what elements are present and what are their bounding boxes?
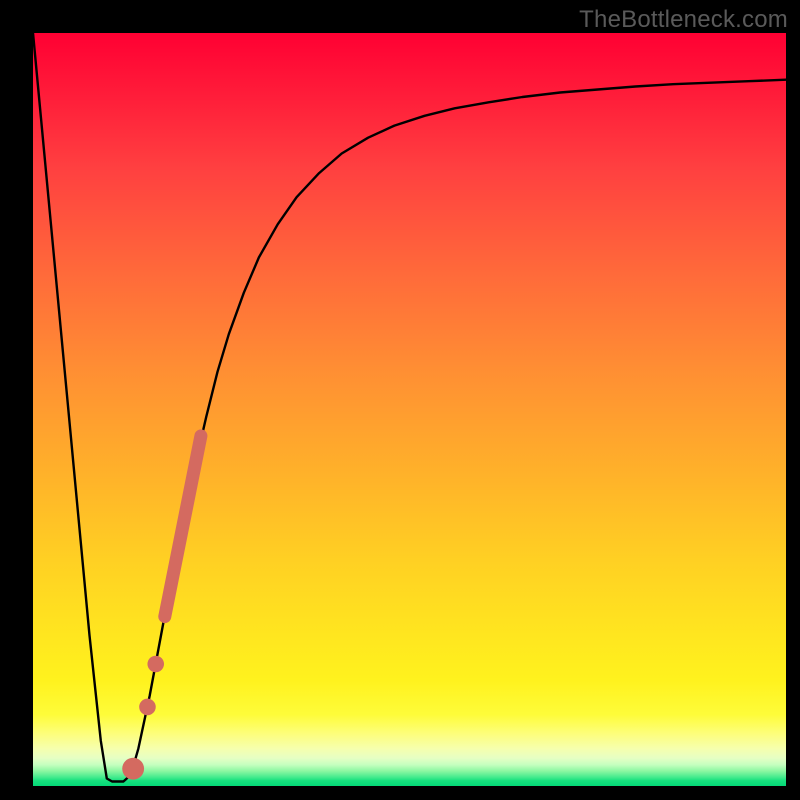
marker-dot-2	[139, 699, 156, 716]
watermark-text: TheBottleneck.com	[579, 6, 788, 34]
marker-dot-3	[122, 758, 144, 780]
plot-area	[33, 33, 786, 786]
chart-frame: TheBottleneck.com	[0, 0, 800, 800]
chart-svg	[33, 33, 786, 786]
marker-dot-1	[147, 656, 164, 673]
bottleneck-curve	[33, 33, 786, 782]
highlight-segment	[165, 436, 201, 617]
